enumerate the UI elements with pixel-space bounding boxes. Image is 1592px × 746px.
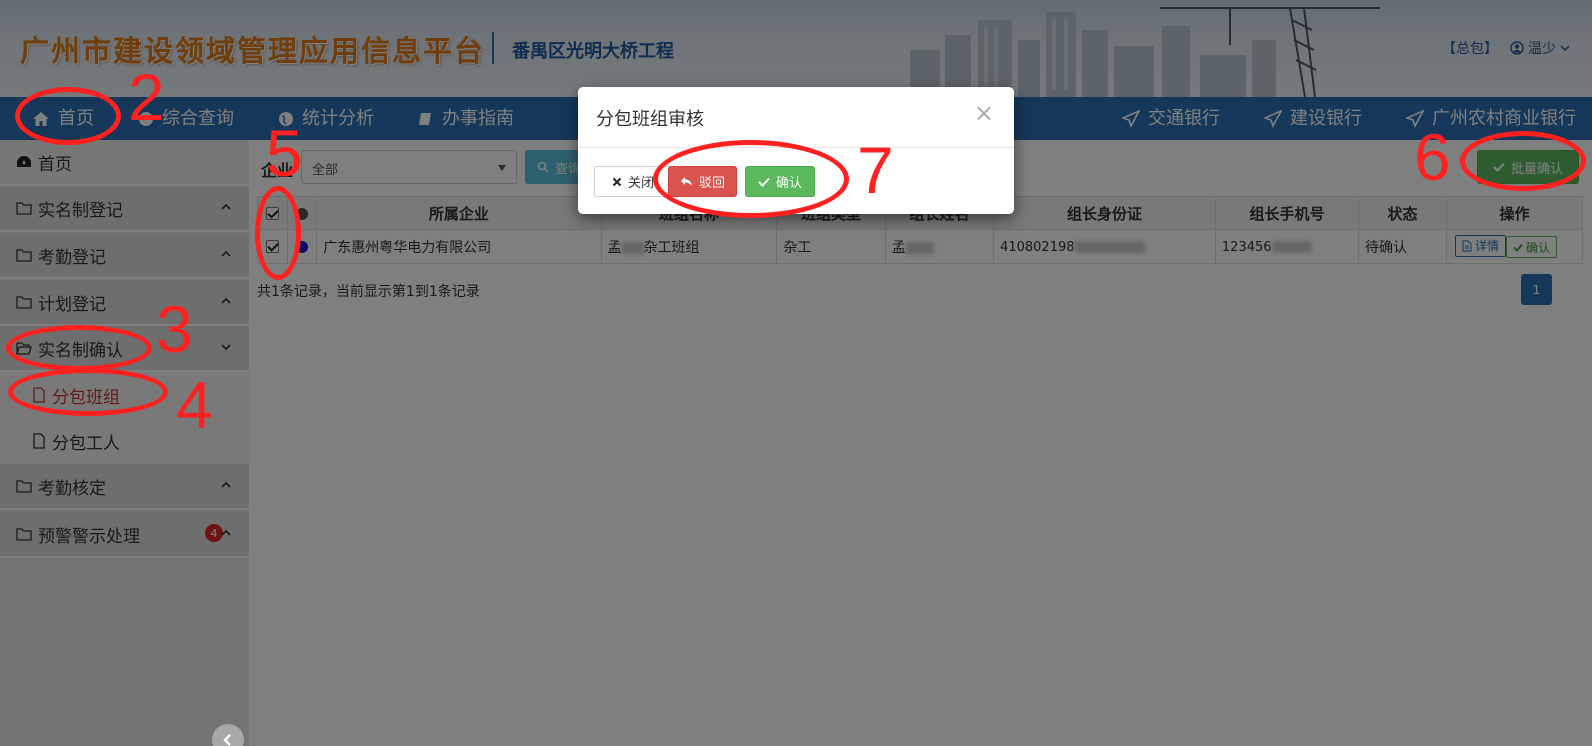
- annotation-number: 3: [156, 292, 193, 366]
- dialog-close-button[interactable]: 关闭: [594, 166, 672, 197]
- confirm-button-label: 确认: [775, 176, 802, 191]
- annotation-number: 4: [176, 368, 213, 442]
- reject-button-label: 驳回: [698, 176, 725, 191]
- reply-icon: [680, 177, 692, 186]
- dialog-divider: [578, 147, 1014, 148]
- dialog-close-icon[interactable]: ×: [974, 101, 994, 125]
- dialog-close-label: 关闭: [627, 176, 654, 191]
- check-icon: [758, 177, 770, 187]
- reject-button[interactable]: 驳回: [668, 166, 737, 197]
- annotation-number: 6: [1414, 120, 1451, 194]
- annotation-number: 7: [857, 133, 894, 207]
- sidebar-collapse-button[interactable]: [212, 724, 244, 746]
- confirm-button[interactable]: 确认: [745, 166, 815, 197]
- arrow-left-icon: [223, 734, 231, 746]
- annotation-number: 5: [266, 116, 303, 190]
- annotation-number: 2: [128, 60, 165, 134]
- dialog-title: 分包班组审核: [596, 109, 704, 130]
- team-review-dialog: 分包班组审核 × 关闭 驳回 确认: [578, 87, 1014, 214]
- close-icon: [612, 177, 622, 186]
